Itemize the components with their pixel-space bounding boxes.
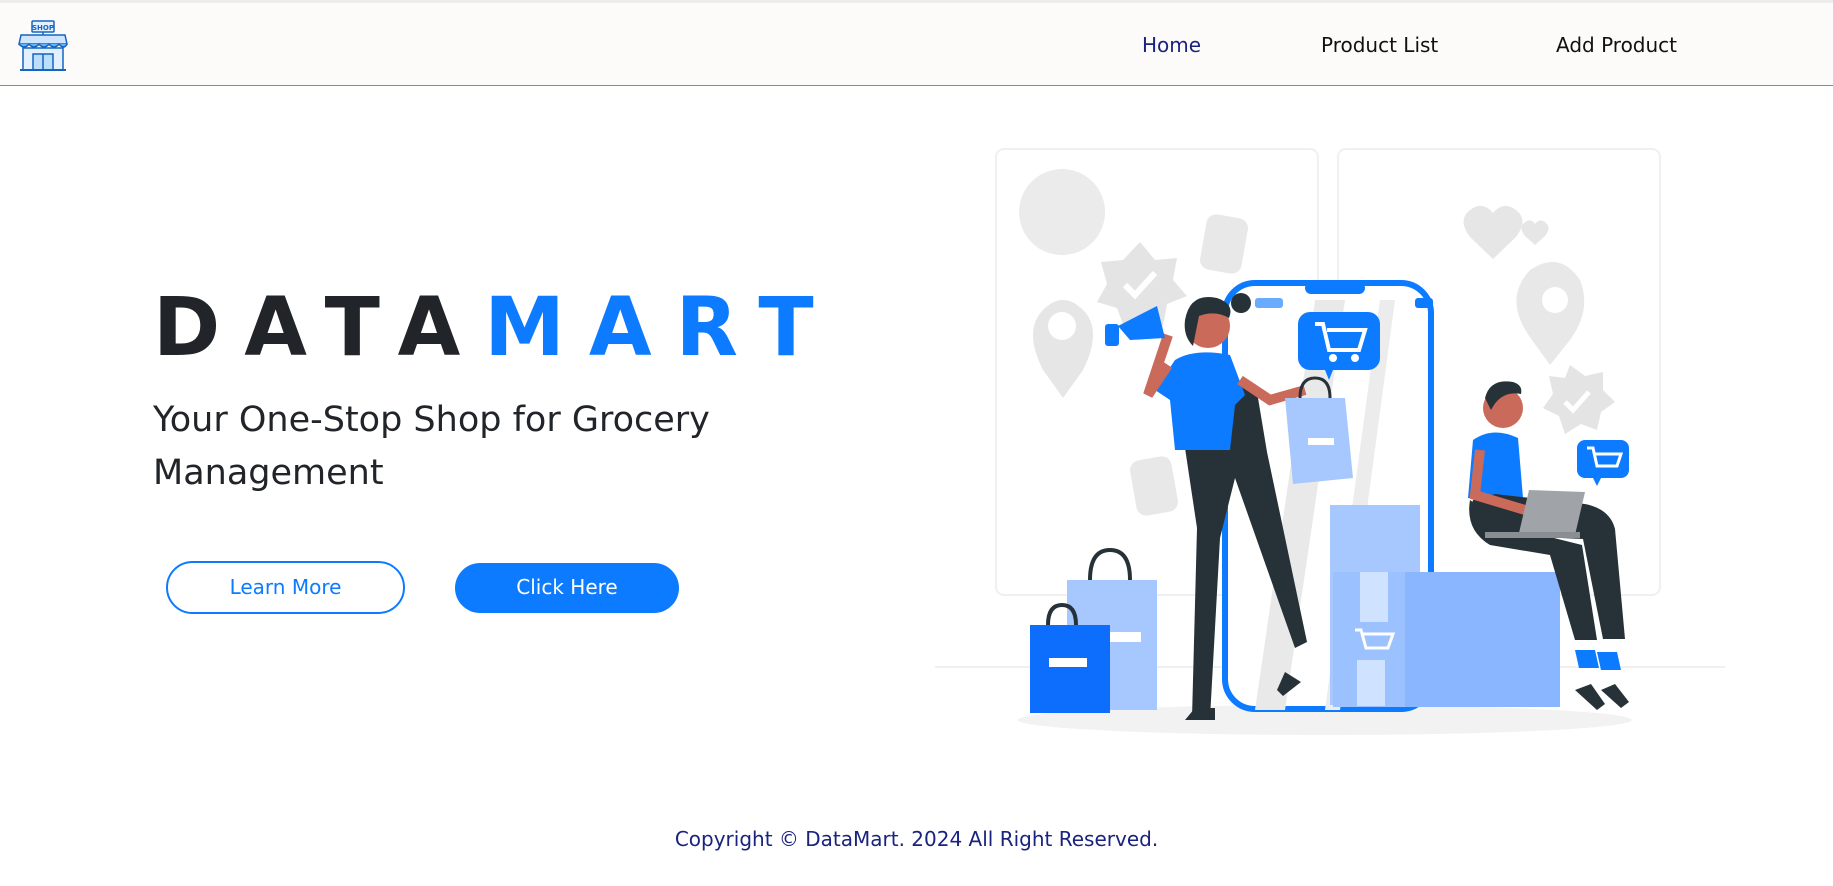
nav-add-product-link[interactable]: Add Product [1556, 33, 1677, 57]
click-here-button[interactable]: Click Here [455, 563, 679, 613]
shop-logo-icon[interactable]: SHOP [18, 20, 68, 72]
brand-title: DATAMART [153, 288, 838, 369]
learn-more-button[interactable]: Learn More [166, 561, 405, 614]
navbar: SHOP Home Product List Add Product [0, 0, 1833, 86]
brand-title-accent: MART [484, 281, 838, 375]
brand-title-dark: DATA [153, 281, 485, 375]
hero-tagline: Your One-Stop Shop for Grocery Managemen… [153, 400, 710, 493]
shopping-people-illustration [925, 140, 1735, 740]
nav-home-link[interactable]: Home [1142, 33, 1201, 57]
footer-copyright: Copyright © DataMart. 2024 All Right Res… [674, 827, 1159, 851]
nav-product-list-link[interactable]: Product List [1321, 33, 1438, 57]
logo-text: SHOP [32, 24, 54, 32]
